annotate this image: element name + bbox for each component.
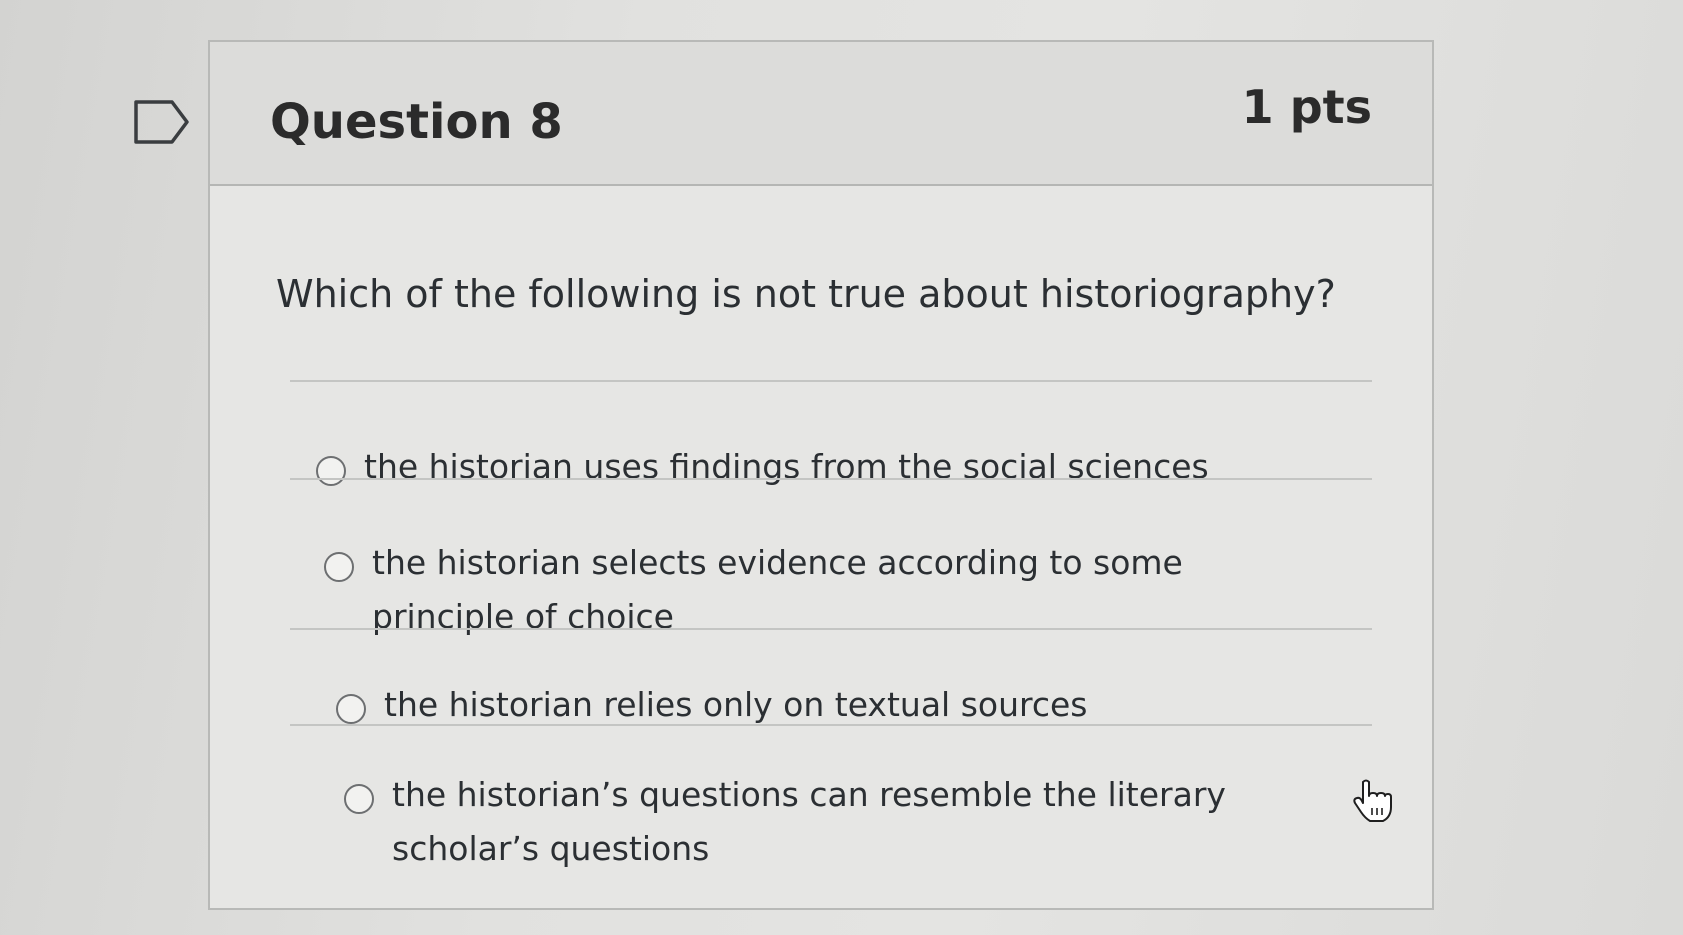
divider — [290, 380, 1372, 382]
radio-button[interactable] — [336, 694, 366, 724]
hand-pointer-cursor-icon — [1352, 778, 1392, 822]
divider — [290, 478, 1372, 480]
radio-button[interactable] — [316, 456, 346, 486]
question-card: Question 8 1 pts Which of the following … — [208, 40, 1434, 910]
question-points: 1 pts — [1241, 80, 1372, 134]
radio-button[interactable] — [344, 784, 374, 814]
question-header: Question 8 1 pts — [210, 42, 1432, 186]
answer-option-1[interactable]: the historian uses findings from the soc… — [316, 446, 1209, 494]
divider — [290, 628, 1372, 630]
answer-label: the historian’s questions can resemble t… — [392, 775, 1226, 868]
question-title: Question 8 — [270, 94, 563, 150]
divider — [290, 724, 1372, 726]
answer-label: the historian uses findings from the soc… — [364, 447, 1209, 486]
question-text: Which of the following is not true about… — [276, 272, 1336, 316]
flag-question-icon[interactable] — [132, 98, 192, 146]
radio-button[interactable] — [324, 552, 354, 582]
answer-option-4[interactable]: the historian’s questions can resemble t… — [344, 774, 1304, 876]
